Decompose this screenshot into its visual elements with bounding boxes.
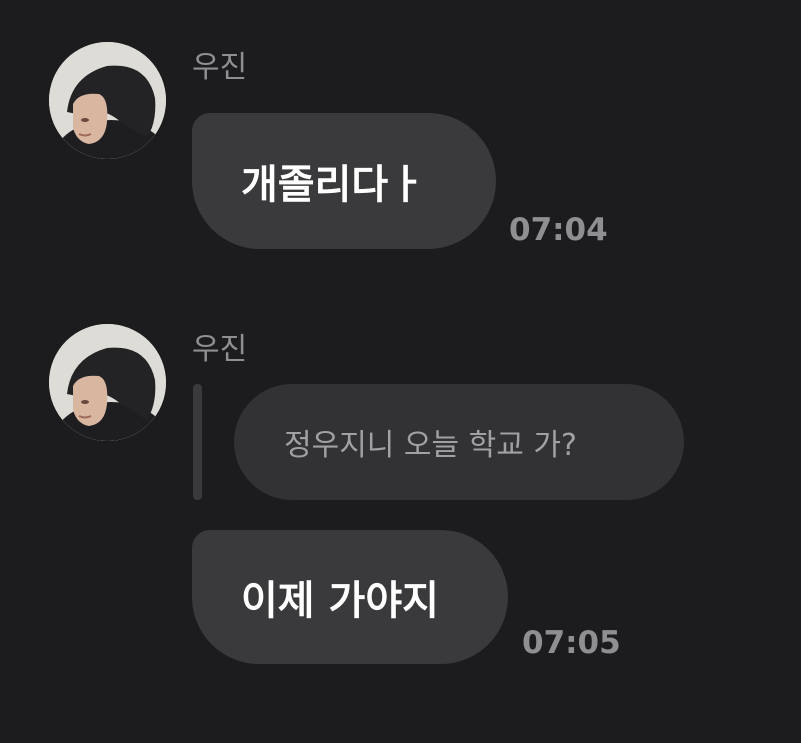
- quoted-message[interactable]: 정우지니 오늘 학교 가?: [234, 384, 684, 500]
- profile-photo-icon: [49, 324, 166, 441]
- sender-name: 우진: [192, 50, 248, 85]
- profile-photo-icon: [49, 42, 166, 159]
- chat-screen: 우진 개졸리다ㅏ 07:04 우진 정우지니 오늘 학교 가? 이제 가야지 0…: [0, 0, 801, 743]
- avatar[interactable]: [49, 42, 166, 159]
- message-time: 07:04: [509, 212, 608, 248]
- reply-indicator-bar: [193, 384, 202, 500]
- message-text: 이제 가야지: [241, 578, 439, 624]
- message-time: 07:05: [522, 625, 621, 661]
- avatar[interactable]: [49, 324, 166, 441]
- message-bubble[interactable]: 개졸리다ㅏ: [192, 113, 496, 249]
- message-text: 개졸리다ㅏ: [241, 162, 425, 208]
- quoted-text: 정우지니 오늘 학교 가?: [284, 428, 577, 463]
- message-bubble[interactable]: 이제 가야지: [192, 530, 508, 664]
- sender-name: 우진: [192, 332, 248, 367]
